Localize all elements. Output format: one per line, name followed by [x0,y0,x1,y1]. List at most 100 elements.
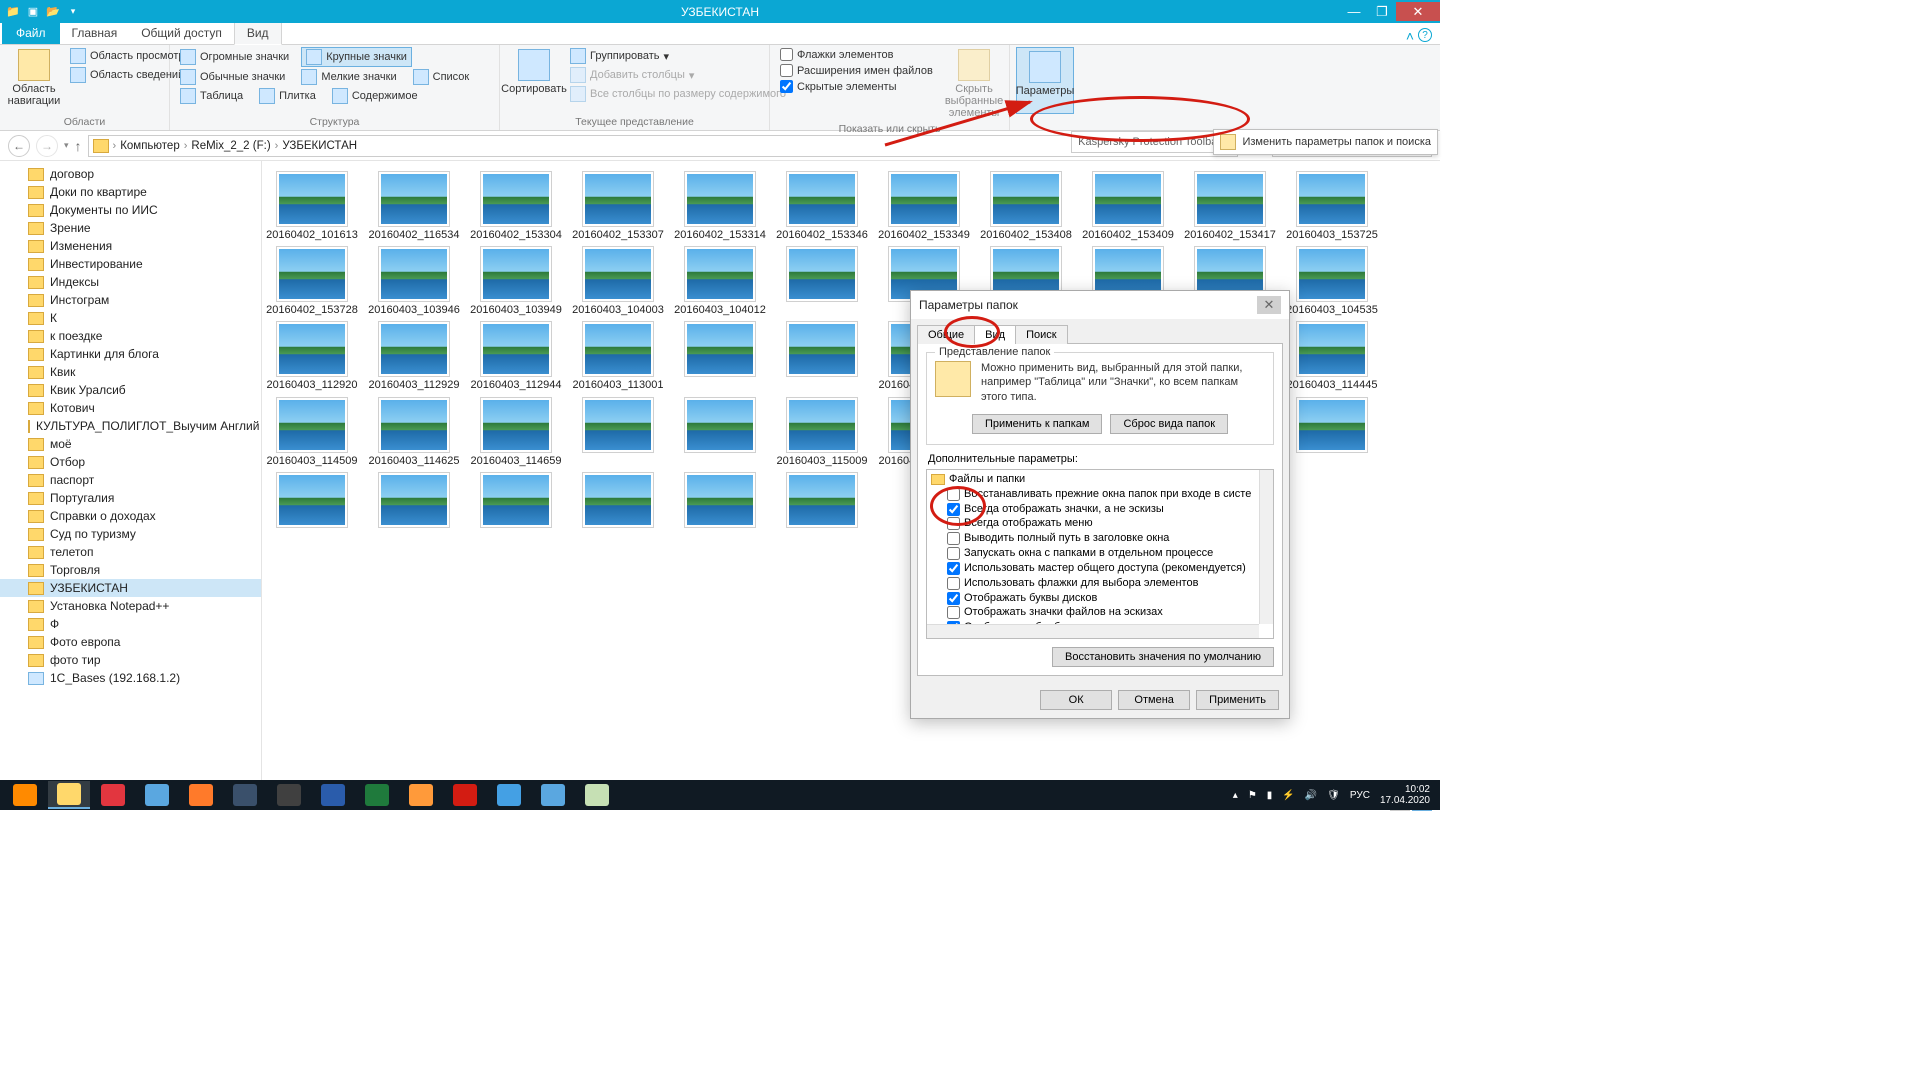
restore-defaults-button[interactable]: Восстановить значения по умолчанию [1052,647,1274,667]
tree-node[interactable]: Зрение [0,219,261,237]
tree-node[interactable]: к поездке [0,327,261,345]
tab-home[interactable]: Главная [60,22,130,44]
taskbar-app[interactable] [312,781,354,809]
tree-node[interactable]: Фото европа [0,633,261,651]
layout-list[interactable]: Список [409,68,474,86]
layout-huge[interactable]: Огромные значки [176,47,293,67]
tree-node[interactable]: Доки по квартире [0,183,261,201]
taskbar-app[interactable] [180,781,222,809]
file-item[interactable] [778,321,866,392]
tree-node[interactable]: Котович [0,399,261,417]
tree-node[interactable]: Изменения [0,237,261,255]
advanced-option[interactable]: Запускать окна с папками в отдельном про… [929,546,1259,561]
tree-node[interactable]: К [0,309,261,327]
file-item[interactable]: 20160403_103946 [370,246,458,317]
advanced-option[interactable]: Всегда отображать меню [929,516,1259,531]
file-item[interactable] [676,397,764,468]
file-item[interactable]: 20160402_153409 [1084,171,1172,242]
fit-columns-button[interactable]: Все столбцы по размеру содержимого [566,85,790,103]
breadcrumb-computer[interactable]: Компьютер [120,140,180,152]
file-item[interactable] [676,472,764,530]
file-item[interactable]: 20160403_112944 [472,321,560,392]
advanced-settings-list[interactable]: Файлы и папки Восстанавливать прежние ок… [926,469,1274,639]
tree-node[interactable]: договор [0,165,261,183]
tree-node[interactable]: Инвестирование [0,255,261,273]
file-item[interactable] [574,397,662,468]
taskbar-app[interactable] [224,781,266,809]
tree-node[interactable]: Справки о доходах [0,507,261,525]
hide-selected-button[interactable]: Скрыть выбранные элементы [941,47,1007,121]
apply-to-folders-button[interactable]: Применить к папкам [972,414,1103,434]
file-item[interactable] [1288,397,1376,468]
tray-clock[interactable]: 10:02 17.04.2020 [1380,784,1430,806]
breadcrumb-drive[interactable]: ReMix_2_2 (F:) [191,140,270,152]
file-item[interactable] [472,472,560,530]
file-item[interactable]: 20160403_113001 [574,321,662,392]
advanced-option[interactable]: Восстанавливать прежние окна папок при в… [929,487,1259,502]
advanced-option[interactable]: Всегда отображать значки, а не эскизы [929,502,1259,517]
chk-hidden[interactable]: Скрытые элементы [776,79,937,94]
taskbar-app[interactable] [136,781,178,809]
up-button[interactable]: ↑ [75,138,82,154]
taskbar-app[interactable] [576,781,618,809]
advanced-option[interactable]: Использовать мастер общего доступа (реко… [929,561,1259,576]
dialog-close-button[interactable]: ✕ [1257,296,1281,314]
options-button[interactable]: Параметры [1016,47,1074,114]
file-item[interactable] [778,246,866,317]
breadcrumb-folder[interactable]: УЗБЕКИСТАН [282,140,357,152]
add-columns-button[interactable]: Добавить столбцы ▾ [566,66,790,84]
advanced-option[interactable]: Выводить полный путь в заголовке окна [929,531,1259,546]
ok-button[interactable]: ОК [1040,690,1112,710]
layout-tile[interactable]: Плитка [255,87,320,105]
qat-folder-icon[interactable]: 📁 [4,3,22,21]
tray-shield-icon[interactable]: 🛡 [1327,790,1340,801]
tab-view[interactable]: Вид [234,21,282,45]
close-button[interactable]: ✕ [1396,2,1440,21]
taskbar-app[interactable] [488,781,530,809]
file-item[interactable]: 20160403_104535 [1288,246,1376,317]
file-item[interactable]: 20160403_112920 [268,321,356,392]
help-icon[interactable]: ? [1418,28,1432,42]
file-item[interactable]: 20160402_153728 [268,246,356,317]
tree-node[interactable]: моё [0,435,261,453]
ribbon-collapse-icon[interactable]: ˄ [1406,28,1414,44]
tray-network-icon[interactable]: ▮ [1267,790,1273,801]
tree-node[interactable]: 1С_Bases (192.168.1.2) [0,669,261,687]
tree-node[interactable]: УЗБЕКИСТАН [0,579,261,597]
tree-node[interactable]: Ф [0,615,261,633]
file-item[interactable]: 20160403_114659 [472,397,560,468]
layout-large[interactable]: Крупные значки [301,47,412,67]
tab-share[interactable]: Общий доступ [129,22,234,44]
taskbar-app[interactable] [400,781,442,809]
advanced-option[interactable]: Использовать флажки для выбора элементов [929,576,1259,591]
tree-node[interactable]: Португалия [0,489,261,507]
file-item[interactable]: 20160402_153408 [982,171,1070,242]
chk-item-boxes[interactable]: Флажки элементов [776,47,937,62]
group-button[interactable]: Группировать ▾ [566,47,790,65]
tree-node[interactable]: КУЛЬТУРА_ПОЛИГЛОТ_Выучим Англий [0,417,261,435]
file-item[interactable]: 20160403_112929 [370,321,458,392]
file-item[interactable]: 20160403_104003 [574,246,662,317]
qat-properties-icon[interactable]: ▣ [24,3,42,21]
file-item[interactable]: 20160403_153725 [1288,171,1376,242]
dialog-tab-general[interactable]: Общие [917,325,975,344]
maximize-button[interactable]: ❐ [1368,2,1396,21]
taskbar-app[interactable] [92,781,134,809]
file-item[interactable] [268,472,356,530]
tree-node[interactable]: Документы по ИИС [0,201,261,219]
folder-tree[interactable]: договорДоки по квартиреДокументы по ИИСЗ… [0,161,262,791]
layout-small[interactable]: Мелкие значки [297,68,400,86]
minimize-button[interactable]: — [1340,2,1368,21]
file-item[interactable]: 20160403_104012 [676,246,764,317]
tree-node[interactable]: Квик [0,363,261,381]
nav-pane-button[interactable]: Область навигации [6,47,62,114]
forward-button[interactable]: → [36,135,58,157]
file-item[interactable]: 20160402_153417 [1186,171,1274,242]
qat-dropdown-icon[interactable]: ▾ [64,3,82,21]
taskbar-app[interactable] [48,781,90,809]
tree-node[interactable]: Суд по туризму [0,525,261,543]
apply-button[interactable]: Применить [1196,690,1279,710]
tree-node[interactable]: Отбор [0,453,261,471]
taskbar-app[interactable] [4,781,46,809]
dialog-tab-view[interactable]: Вид [974,325,1016,344]
